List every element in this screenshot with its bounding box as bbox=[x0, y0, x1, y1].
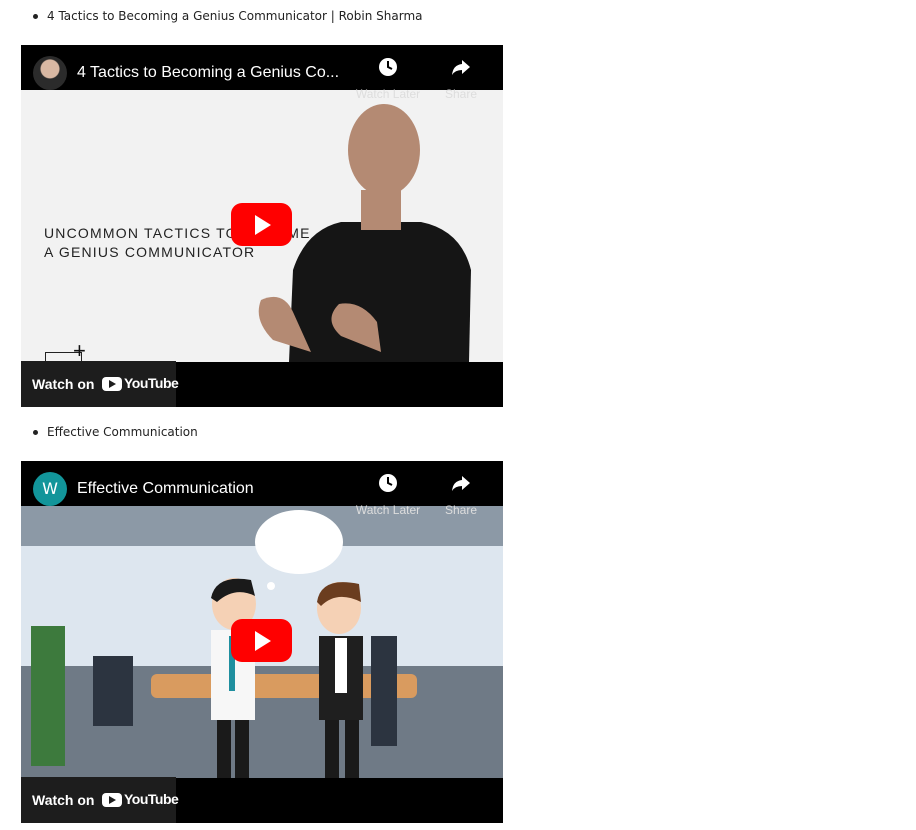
channel-avatar[interactable] bbox=[33, 56, 67, 90]
video-1-list-label: 4 Tactics to Becoming a Genius Communica… bbox=[47, 9, 423, 23]
watch-later-button[interactable]: Watch Later bbox=[352, 473, 424, 517]
share-label: Share bbox=[444, 503, 478, 517]
share-arrow-icon bbox=[452, 60, 470, 75]
watch-on-label: Watch on bbox=[32, 792, 95, 808]
watch-later-label: Watch Later bbox=[355, 503, 421, 517]
play-button[interactable] bbox=[231, 203, 292, 246]
video-1-title[interactable]: 4 Tactics to Becoming a Genius Co... bbox=[77, 64, 349, 82]
youtube-embed-1[interactable]: UNCOMMON TACTICS TO BECOME A GENIUS COMM… bbox=[21, 45, 503, 407]
video-2-title[interactable]: Effective Communication bbox=[77, 480, 349, 498]
youtube-play-icon bbox=[102, 793, 122, 807]
share-button[interactable]: Share bbox=[425, 57, 497, 101]
share-label: Share bbox=[444, 87, 478, 101]
watch-on-label: Watch on bbox=[32, 376, 95, 392]
list-item-video-1: 4 Tactics to Becoming a Genius Communica… bbox=[33, 8, 423, 24]
share-arrow-icon bbox=[452, 476, 470, 491]
clock-icon bbox=[379, 474, 397, 492]
play-button[interactable] bbox=[231, 619, 292, 662]
video-2-top-bar: W Effective Communication Watch Later Sh… bbox=[21, 461, 503, 517]
video-2-list-label: Effective Communication bbox=[47, 425, 198, 439]
video-1-top-bar: 4 Tactics to Becoming a Genius Co... Wat… bbox=[21, 45, 503, 101]
list-item-video-2: Effective Communication bbox=[33, 424, 198, 440]
rs-logo-plus-icon: + bbox=[73, 338, 86, 362]
share-button[interactable]: Share bbox=[425, 473, 497, 517]
watch-on-youtube-button[interactable]: Watch on YouTube bbox=[21, 777, 179, 823]
watch-later-button[interactable]: Watch Later bbox=[352, 57, 424, 101]
youtube-play-icon bbox=[102, 377, 122, 391]
watch-later-label: Watch Later bbox=[355, 87, 421, 101]
clock-icon bbox=[379, 58, 397, 76]
youtube-wordmark: YouTube bbox=[124, 791, 179, 807]
channel-avatar[interactable]: W bbox=[33, 472, 67, 506]
youtube-wordmark: YouTube bbox=[124, 375, 179, 391]
watch-on-youtube-button[interactable]: Watch on YouTube bbox=[21, 361, 179, 407]
youtube-embed-2[interactable]: W Effective Communication Watch Later Sh… bbox=[21, 461, 503, 823]
